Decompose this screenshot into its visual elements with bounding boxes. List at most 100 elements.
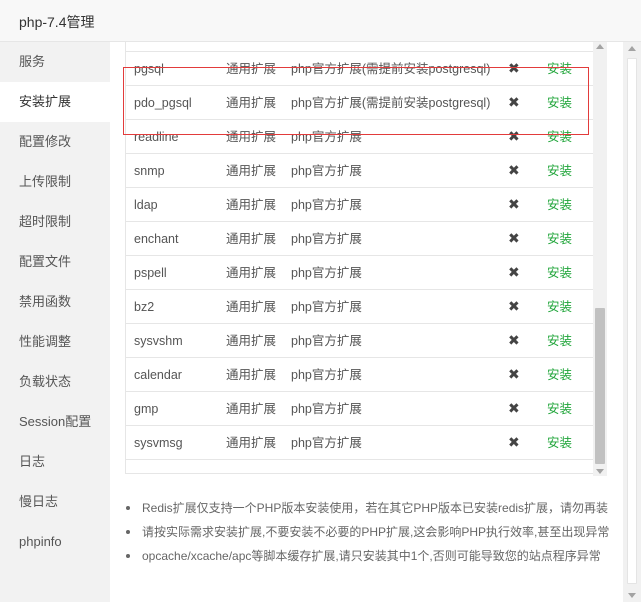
delete-icon[interactable]: ✖ <box>508 333 520 347</box>
note-item: opcache/xcache/apc等脚本缓存扩展,请只安装其中1个,否则可能导… <box>124 544 610 568</box>
sidebar-item-config-edit[interactable]: 配置修改 <box>0 122 110 162</box>
extension-type: 通用扩展 <box>226 198 277 212</box>
sidebar-item-install-extensions[interactable]: 安装扩展 <box>0 82 110 122</box>
scroll-up-arrow-icon[interactable] <box>628 46 636 51</box>
extension-description: php官方扩展 <box>291 232 362 246</box>
extension-type: 通用扩展 <box>226 164 277 178</box>
extension-description: php官方扩展 <box>291 436 362 450</box>
install-button[interactable]: 安装 <box>547 266 572 280</box>
sidebar-item-session-config[interactable]: Session配置 <box>0 402 110 442</box>
install-button[interactable]: 安装 <box>547 96 572 110</box>
table-row: bz2 通用扩展 php官方扩展 ✖ 安装 <box>126 290 606 324</box>
notes-list: Redis扩展仅支持一个PHP版本安装使用，若在其它PHP版本已安装redis扩… <box>124 496 610 568</box>
install-button[interactable]: 安装 <box>547 300 572 314</box>
extension-type: 通用扩展 <box>226 130 277 144</box>
table-row: sysvshm 通用扩展 php官方扩展 ✖ 安装 <box>126 324 606 358</box>
sidebar-item-config-file[interactable]: 配置文件 <box>0 242 110 282</box>
extensions-table: pgsql 通用扩展 php官方扩展(需提前安装postgresql) ✖ 安装… <box>125 42 607 474</box>
install-button[interactable]: 安装 <box>547 62 572 76</box>
delete-icon[interactable]: ✖ <box>508 367 520 381</box>
install-button[interactable]: 安装 <box>547 436 572 450</box>
extension-name: pdo_pgsql <box>134 96 192 110</box>
table-row: readline 通用扩展 php官方扩展 ✖ 安装 <box>126 120 606 154</box>
extension-name: snmp <box>134 164 165 178</box>
table-row: gmp 通用扩展 php官方扩展 ✖ 安装 <box>126 392 606 426</box>
extension-description: php官方扩展 <box>291 402 362 416</box>
extension-type: 通用扩展 <box>226 436 277 450</box>
extension-type: 通用扩展 <box>226 232 277 246</box>
table-row: snmp 通用扩展 php官方扩展 ✖ 安装 <box>126 154 606 188</box>
install-button[interactable]: 安装 <box>547 130 572 144</box>
sidebar-item-service[interactable]: 服务 <box>0 42 110 82</box>
delete-icon[interactable]: ✖ <box>508 95 520 109</box>
extension-description: php官方扩展 <box>291 368 362 382</box>
extension-name: enchant <box>134 232 179 246</box>
install-button[interactable]: 安装 <box>547 402 572 416</box>
extension-description: php官方扩展 <box>291 334 362 348</box>
delete-icon[interactable]: ✖ <box>508 197 520 211</box>
extension-description: php官方扩展 <box>291 300 362 314</box>
scroll-up-arrow-icon[interactable] <box>596 44 604 49</box>
note-item: 请按实际需求安装扩展,不要安装不必要的PHP扩展,这会影响PHP执行效率,甚至出… <box>124 520 610 544</box>
extension-name: readline <box>134 130 179 144</box>
scroll-down-arrow-icon[interactable] <box>596 469 604 474</box>
window-title: php-7.4管理 <box>19 14 95 30</box>
scrollbar-thumb[interactable] <box>627 58 637 584</box>
sidebar-item-phpinfo[interactable]: phpinfo <box>0 522 110 562</box>
table-row: enchant 通用扩展 php官方扩展 ✖ 安装 <box>126 222 606 256</box>
sidebar-item-disabled-functions[interactable]: 禁用函数 <box>0 282 110 322</box>
window-titlebar: php-7.4管理 <box>0 0 641 42</box>
delete-icon[interactable]: ✖ <box>508 129 520 143</box>
table-row <box>126 42 606 52</box>
table-row: pgsql 通用扩展 php官方扩展(需提前安装postgresql) ✖ 安装 <box>126 52 606 86</box>
scrollbar-thumb[interactable] <box>595 308 605 464</box>
extension-name: sysvshm <box>134 334 183 348</box>
extension-type: 通用扩展 <box>226 368 277 382</box>
sidebar-item-log[interactable]: 日志 <box>0 442 110 482</box>
sidebar-item-slow-log[interactable]: 慢日志 <box>0 482 110 522</box>
content-scrollbar[interactable] <box>623 42 641 602</box>
table-scrollbar[interactable] <box>593 42 607 476</box>
install-button[interactable]: 安装 <box>547 334 572 348</box>
extension-type: 通用扩展 <box>226 334 277 348</box>
extension-name: pspell <box>134 266 167 280</box>
delete-icon[interactable]: ✖ <box>508 61 520 75</box>
sidebar-item-load-status[interactable]: 负载状态 <box>0 362 110 402</box>
delete-icon[interactable]: ✖ <box>508 299 520 313</box>
extension-name: pgsql <box>134 62 164 76</box>
install-button[interactable]: 安装 <box>547 164 572 178</box>
delete-icon[interactable]: ✖ <box>508 231 520 245</box>
sidebar-item-performance[interactable]: 性能调整 <box>0 322 110 362</box>
scroll-down-arrow-icon[interactable] <box>628 593 636 598</box>
extension-description: php官方扩展 <box>291 266 362 280</box>
install-button[interactable]: 安装 <box>547 232 572 246</box>
sidebar-item-upload-limit[interactable]: 上传限制 <box>0 162 110 202</box>
extension-description: php官方扩展 <box>291 164 362 178</box>
extension-type: 通用扩展 <box>226 266 277 280</box>
extension-name: sysvmsg <box>134 436 183 450</box>
extension-type: 通用扩展 <box>226 402 277 416</box>
table-row: pspell 通用扩展 php官方扩展 ✖ 安装 <box>126 256 606 290</box>
table-row: pdo_pgsql 通用扩展 php官方扩展(需提前安装postgresql) … <box>126 86 606 120</box>
extension-name: gmp <box>134 402 159 416</box>
extension-description: php官方扩展(需提前安装postgresql) <box>291 62 491 76</box>
note-item: Redis扩展仅支持一个PHP版本安装使用，若在其它PHP版本已安装redis扩… <box>124 496 610 520</box>
extension-type: 通用扩展 <box>226 300 277 314</box>
extension-description: php官方扩展(需提前安装postgresql) <box>291 96 491 110</box>
delete-icon[interactable]: ✖ <box>508 265 520 279</box>
extension-description: php官方扩展 <box>291 198 362 212</box>
table-row: ldap 通用扩展 php官方扩展 ✖ 安装 <box>126 188 606 222</box>
table-row: sysvmsg 通用扩展 php官方扩展 ✖ 安装 <box>126 426 606 460</box>
delete-icon[interactable]: ✖ <box>508 435 520 449</box>
delete-icon[interactable]: ✖ <box>508 163 520 177</box>
extension-type: 通用扩展 <box>226 96 277 110</box>
extension-name: calendar <box>134 368 182 382</box>
delete-icon[interactable]: ✖ <box>508 401 520 415</box>
sidebar-item-timeout-limit[interactable]: 超时限制 <box>0 202 110 242</box>
extension-type: 通用扩展 <box>226 62 277 76</box>
extension-name: bz2 <box>134 300 155 314</box>
table-row: calendar 通用扩展 php官方扩展 ✖ 安装 <box>126 358 606 392</box>
extension-description: php官方扩展 <box>291 130 362 144</box>
install-button[interactable]: 安装 <box>547 198 572 212</box>
install-button[interactable]: 安装 <box>547 368 572 382</box>
